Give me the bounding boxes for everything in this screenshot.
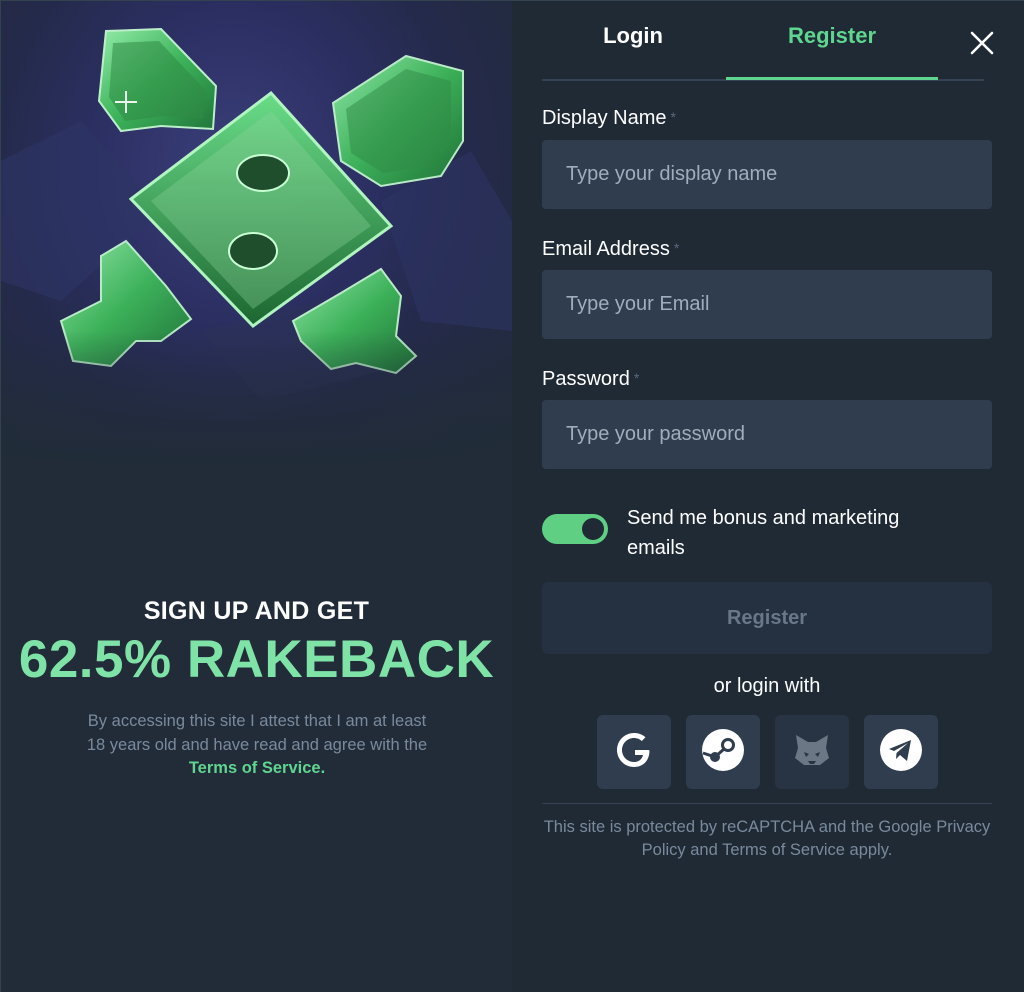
register-panel: Login Register Display Name* Email Addre… [512,1,1024,992]
password-label-text: Password [542,368,630,390]
auth-tabs: Login Register [542,1,984,81]
hero-fade [1,331,512,471]
auth-modal: SIGN UP AND GET 62.5% RAKEBACK By access… [0,0,1024,992]
required-marker: * [670,109,676,125]
display-name-label: Display Name * [542,107,676,130]
metamask-login-button[interactable] [775,715,849,789]
display-name-label-text: Display Name [542,107,667,129]
disclaimer-text: By accessing this site I attest that I a… [86,712,428,754]
tab-register[interactable]: Register [726,23,938,79]
active-tab-indicator [726,77,938,80]
password-label: Password * [542,368,639,391]
telegram-login-button[interactable] [864,715,938,789]
telegram-icon [879,728,923,777]
metamask-icon [792,730,832,775]
required-marker: * [633,370,640,386]
required-marker: * [673,240,680,256]
toggle-knob [582,518,604,540]
marketing-emails-label: Send me bonus and marketing emails [627,507,900,559]
terms-of-service-link[interactable]: Terms of Service. [189,759,325,777]
password-input[interactable] [542,400,992,469]
email-label-text: Email Address [542,238,670,260]
email-label: Email Address * [542,238,679,261]
marketing-emails-toggle[interactable] [542,514,608,544]
social-login-heading: or login with [713,675,821,697]
display-name-input[interactable] [542,140,992,209]
promo-panel: SIGN UP AND GET 62.5% RAKEBACK By access… [1,1,512,992]
recaptcha-notice: This site is protected by reCAPTCHA and … [543,818,991,859]
close-icon[interactable] [968,29,996,57]
tab-login[interactable]: Login [542,23,724,79]
google-icon [612,728,656,777]
steam-icon [700,727,746,778]
promo-headline: SIGN UP AND GET [143,597,370,625]
footer-divider [542,803,992,804]
google-login-button[interactable] [597,715,671,789]
age-disclaimer: By accessing this site I attest that I a… [81,710,433,781]
email-input[interactable] [542,270,992,339]
steam-login-button[interactable] [686,715,760,789]
hero-artwork [1,1,512,471]
promo-offer: 62.5% RAKEBACK [18,630,495,689]
register-submit-button[interactable]: Register [542,582,992,654]
